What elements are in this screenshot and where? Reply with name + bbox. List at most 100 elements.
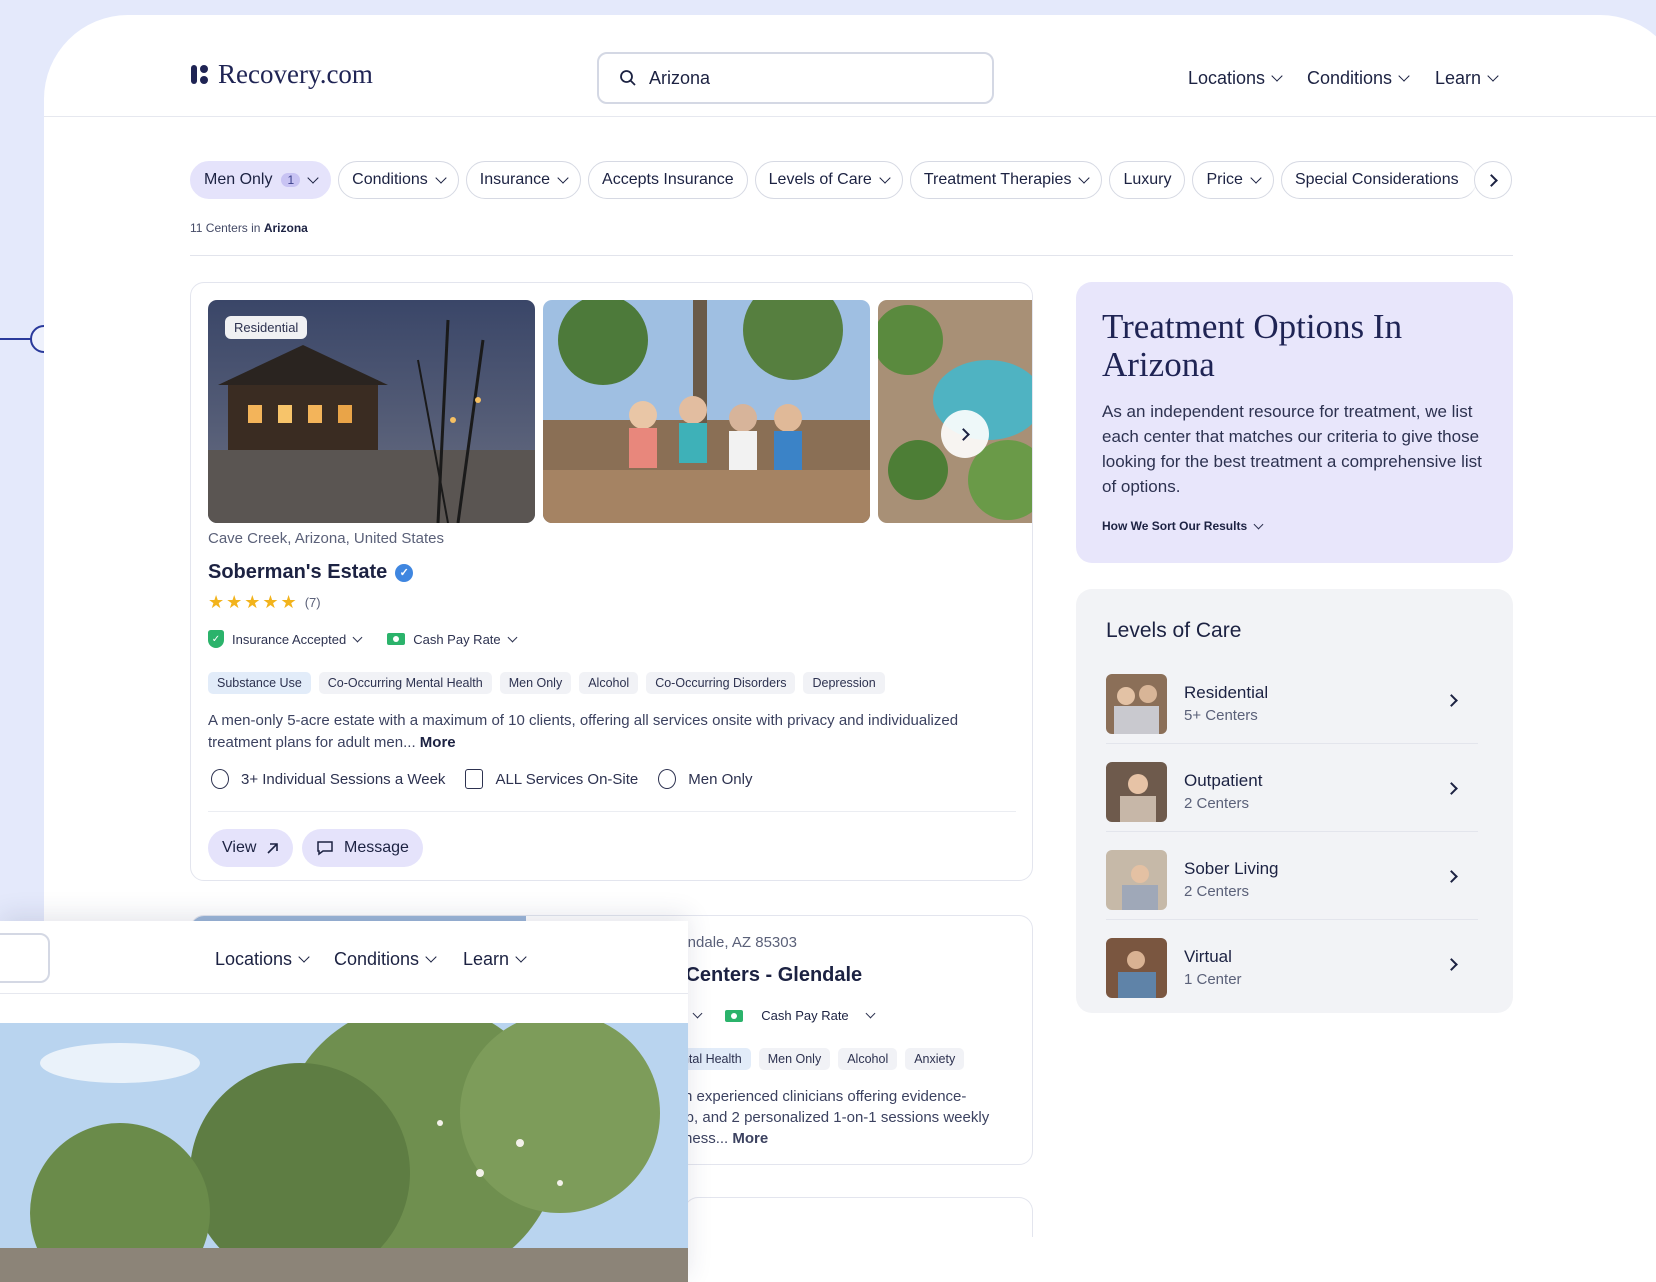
filter-men-only[interactable]: Men Only 1: [190, 161, 332, 199]
search-icon: [620, 70, 636, 86]
chevron-down-icon: [307, 171, 319, 184]
chevron-right-icon: [1445, 958, 1458, 971]
more-link[interactable]: More: [420, 734, 456, 751]
level-name: Virtual: [1184, 947, 1232, 966]
nav-learn[interactable]: Learn: [463, 949, 527, 970]
cash-pay-rate-toggle[interactable]: Cash Pay Rate: [387, 630, 518, 648]
nav-learn[interactable]: Learn: [1435, 68, 1499, 89]
filter-treatment-therapies[interactable]: Treatment Therapies: [909, 161, 1103, 199]
chevron-down-icon: [1078, 171, 1091, 184]
filter-scroll-right-button[interactable]: [1474, 161, 1512, 199]
message-label: Message: [344, 839, 409, 856]
listing-description: A men-only 5-acre estate with a maximum …: [208, 710, 978, 754]
feature-label: ALL Services On-Site: [495, 770, 639, 788]
level-name: Outpatient: [1184, 771, 1263, 790]
level-thumbnail: [1106, 850, 1167, 910]
results-count: 11 Centers in Arizona: [190, 221, 308, 235]
listing-card[interactable]: Residential Cave Creek, Arizona, United …: [190, 282, 1033, 881]
logo[interactable]: Recovery.com: [191, 59, 373, 90]
filter-label: Insurance: [479, 171, 551, 188]
chevron-down-icon: [879, 171, 891, 184]
panel-title: Treatment Options In Arizona: [1102, 307, 1403, 384]
search-input[interactable]: [0, 933, 50, 983]
tag: Depression: [803, 672, 885, 694]
external-arrow-icon: [267, 842, 279, 854]
filter-luxury[interactable]: Luxury: [1109, 161, 1186, 199]
listing-card-partial: [684, 1197, 1033, 1237]
star-rating-icon: ★★★★★: [208, 592, 299, 612]
filter-label: Accepts Insurance: [602, 171, 734, 188]
tag: Co-Occurring Mental Health: [318, 672, 492, 694]
listing-tags: Substance Use Co-Occurring Mental Health…: [208, 672, 885, 694]
filter-count-badge: 1: [281, 173, 301, 187]
shield-check-icon: ✓: [208, 630, 224, 648]
chevron-right-icon: [1445, 782, 1458, 795]
filter-label: Price: [1206, 171, 1243, 188]
chevron-down-icon: [1250, 171, 1262, 184]
sort-results-label: How We Sort Our Results: [1102, 519, 1248, 533]
listing-photo[interactable]: [543, 300, 870, 523]
search-input[interactable]: Arizona: [597, 52, 994, 104]
more-link[interactable]: More: [732, 1130, 768, 1147]
filter-label: Treatment Therapies: [923, 171, 1072, 188]
carousel-next-button[interactable]: [941, 410, 989, 458]
listing-rating: ★★★★★ (7): [208, 592, 321, 613]
chevron-down-icon: [1253, 519, 1264, 529]
listing-photo[interactable]: Residential: [208, 300, 535, 523]
filter-levels-of-care[interactable]: Levels of Care: [754, 161, 903, 199]
panel-body: As an independent resource for treatment…: [1102, 402, 1482, 496]
cash-icon: [387, 633, 406, 645]
chevron-down-icon: [1398, 70, 1410, 82]
chevron-down-icon: [1487, 70, 1499, 82]
sort-results-toggle[interactable]: How We Sort Our Results: [1102, 519, 1264, 533]
listing-name[interactable]: Soberman's Estate ✓: [208, 561, 414, 584]
overlay-window: Locations Conditions Learn: [0, 921, 688, 1282]
filter-accepts-insurance[interactable]: Accepts Insurance: [588, 161, 748, 199]
level-item-residential[interactable]: Residential 5+ Centers: [1106, 660, 1478, 744]
chevron-down-icon: [507, 632, 518, 642]
nav-conditions-label: Conditions: [1307, 68, 1393, 88]
listing-name[interactable]: ry Centers - Glendale: [661, 964, 862, 987]
filter-bar: Men Only 1 Conditions Insurance Accepts …: [190, 161, 1477, 199]
chevron-down-icon: [515, 951, 527, 963]
filter-label: Luxury: [1123, 171, 1172, 188]
cash-pay-label[interactable]: Cash Pay Rate: [761, 1008, 848, 1023]
facility-photo[interactable]: [0, 1023, 688, 1282]
level-item-virtual[interactable]: Virtual 1 Center: [1106, 924, 1478, 1008]
level-count: 1 Center: [1184, 971, 1242, 988]
insurance-accepted-toggle[interactable]: ✓ Insurance Accepted: [208, 630, 363, 648]
level-name: Sober Living: [1184, 859, 1279, 878]
listing-tags: ental Health Men Only Alcohol Anxiety: [666, 1048, 965, 1070]
view-button[interactable]: View: [208, 829, 294, 867]
listing-features: 3+ Individual Sessions a Week ALL Servic…: [211, 769, 752, 789]
logo-text: Recovery.com: [218, 59, 373, 89]
message-button[interactable]: Message: [302, 829, 423, 867]
chevron-right-icon: [956, 427, 970, 441]
tag: Men Only: [499, 672, 572, 694]
filter-price[interactable]: Price: [1192, 161, 1274, 199]
filter-insurance[interactable]: Insurance: [465, 161, 582, 199]
level-item-sober-living[interactable]: Sober Living 2 Centers: [1106, 836, 1478, 920]
search-value: Arizona: [649, 67, 711, 88]
view-label: View: [222, 839, 257, 856]
desc-line: oup, and 2 personalized 1-on-1 sessions …: [669, 1109, 990, 1126]
listing-meta: d Cash Pay Rate: [669, 1008, 876, 1023]
chevron-down-icon: [425, 951, 437, 963]
nav-locations[interactable]: Locations: [215, 949, 310, 970]
nav-locations[interactable]: Locations: [1188, 68, 1283, 89]
group-outdoors-photo: [543, 300, 870, 523]
review-count: (7): [304, 595, 321, 610]
treatment-options-panel: Treatment Options In Arizona As an indep…: [1076, 282, 1513, 563]
nav-conditions[interactable]: Conditions: [334, 949, 437, 970]
people-icon: [211, 769, 229, 789]
chevron-down-icon: [692, 1008, 703, 1019]
level-item-outpatient[interactable]: Outpatient 2 Centers: [1106, 748, 1478, 832]
filter-special-considerations[interactable]: Special Considerations: [1280, 161, 1477, 199]
chevron-down-icon: [865, 1008, 876, 1019]
nav-locations-label: Locations: [1188, 68, 1266, 88]
listing-description-text: A men-only 5-acre estate with a maximum …: [208, 712, 959, 751]
desc-line: vith experienced clinicians offering evi…: [669, 1088, 967, 1105]
filter-conditions[interactable]: Conditions: [338, 161, 459, 199]
nav-conditions[interactable]: Conditions: [1307, 68, 1410, 89]
divider: [0, 993, 688, 994]
